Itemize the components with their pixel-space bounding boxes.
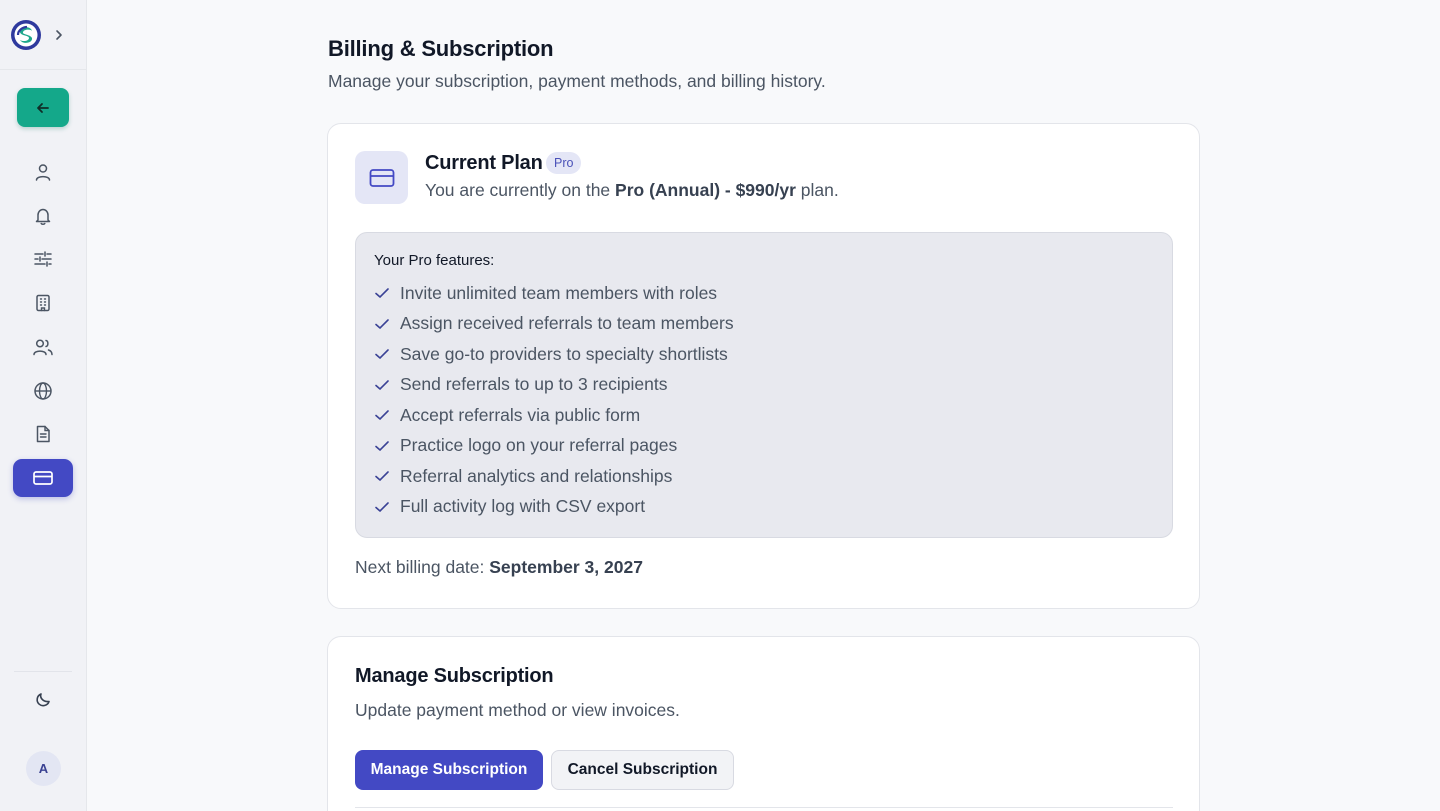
- sidebar-item-preferences[interactable]: [13, 240, 73, 278]
- credit-card-icon: [369, 168, 394, 187]
- manage-subscription-card: Manage Subscription Update payment metho…: [327, 636, 1200, 811]
- sidebar-item-public[interactable]: [13, 372, 73, 410]
- bell-icon: [35, 208, 51, 225]
- sidebar-item-profile[interactable]: [13, 153, 73, 191]
- check-icon: [374, 407, 400, 423]
- back-button[interactable]: [17, 88, 69, 127]
- feature-item: Practice logo on your referral pages: [374, 431, 734, 462]
- user-icon: [35, 164, 51, 181]
- feature-item: Assign received referrals to team member…: [374, 309, 734, 340]
- plan-icon-container: [355, 151, 408, 204]
- billing-date-value: September 3, 2027: [489, 557, 643, 577]
- feature-item: Invite unlimited team members with roles: [374, 278, 734, 309]
- chevron-right-icon: [56, 30, 62, 40]
- plan-desc-prefix: You are currently on the: [425, 180, 616, 200]
- check-icon: [374, 468, 400, 484]
- feature-item: Referral analytics and relationships: [374, 461, 734, 492]
- logo-icon: [11, 20, 41, 50]
- plan-description: You are currently on the Pro (Annual) - …: [425, 180, 839, 201]
- feature-text: Referral analytics and relationships: [400, 465, 673, 486]
- theme-toggle-button[interactable]: [27, 684, 59, 716]
- sidebar-item-billing[interactable]: [13, 459, 73, 497]
- plan-desc-suffix: plan.: [795, 180, 839, 200]
- check-icon: [374, 499, 400, 515]
- sidebar-expand-button[interactable]: [51, 26, 67, 44]
- check-icon: [374, 438, 400, 454]
- building-icon: [36, 294, 50, 312]
- feature-text: Practice logo on your referral pages: [400, 435, 678, 456]
- page-title: Billing & Subscription: [328, 36, 554, 61]
- feature-text: Send referrals to up to 3 recipients: [400, 374, 668, 395]
- features-box: Your Pro features: Invite unlimited team…: [355, 232, 1173, 538]
- app: A Billing & Subscription Manage your sub…: [0, 0, 1440, 811]
- check-icon: [374, 316, 400, 332]
- manage-subscription-title: Manage Subscription: [355, 665, 554, 687]
- billing-date-label: Next billing date:: [355, 557, 490, 577]
- current-plan-title: Current Plan: [425, 152, 543, 174]
- plan-badge: Pro: [546, 152, 582, 174]
- current-plan-card: Current Plan Pro You are currently on th…: [327, 123, 1200, 609]
- plan-name: Pro (Annual) - $990/yr: [615, 180, 796, 200]
- document-icon: [36, 425, 50, 443]
- feature-text: Accept referrals via public form: [400, 404, 641, 425]
- feature-item: Accept referrals via public form: [374, 400, 734, 431]
- cancel-subscription-button[interactable]: Cancel Subscription: [551, 750, 734, 790]
- credit-card-icon: [33, 471, 53, 485]
- sidebar-item-practice[interactable]: [13, 284, 73, 322]
- moon-icon: [36, 693, 50, 707]
- sidebar-item-team[interactable]: [13, 328, 73, 366]
- feature-text: Full activity log with CSV export: [400, 496, 646, 517]
- arrow-left-icon: [37, 102, 49, 113]
- globe-icon: [34, 382, 52, 400]
- check-icon: [374, 346, 400, 362]
- check-icon: [374, 377, 400, 393]
- sliders-icon: [34, 251, 52, 267]
- sidebar-item-documents[interactable]: [13, 415, 73, 453]
- feature-text: Assign received referrals to team member…: [400, 313, 734, 334]
- feature-item: Send referrals to up to 3 recipients: [374, 370, 734, 401]
- manage-subscription-subtitle: Update payment method or view invoices.: [355, 700, 680, 720]
- manage-subscription-button[interactable]: Manage Subscription: [355, 750, 543, 790]
- feature-item: Save go-to providers to specialty shortl…: [374, 339, 734, 370]
- app-logo[interactable]: [10, 19, 42, 51]
- page-subtitle: Manage your subscription, payment method…: [328, 71, 826, 91]
- users-icon: [33, 339, 53, 356]
- features-list: Invite unlimited team members with roles…: [374, 278, 734, 522]
- feature-text: Save go-to providers to specialty shortl…: [400, 343, 728, 364]
- card-divider: [355, 807, 1173, 808]
- feature-item: Full activity log with CSV export: [374, 492, 734, 523]
- avatar[interactable]: A: [26, 751, 61, 786]
- sidebar: A: [0, 0, 87, 811]
- sidebar-item-notifications[interactable]: [13, 197, 73, 235]
- features-title: Your Pro features:: [374, 252, 495, 269]
- sidebar-header: [0, 0, 86, 70]
- check-icon: [374, 285, 400, 301]
- next-billing-date: Next billing date: September 3, 2027: [355, 557, 643, 578]
- feature-text: Invite unlimited team members with roles: [400, 282, 718, 303]
- sidebar-divider: [14, 671, 72, 672]
